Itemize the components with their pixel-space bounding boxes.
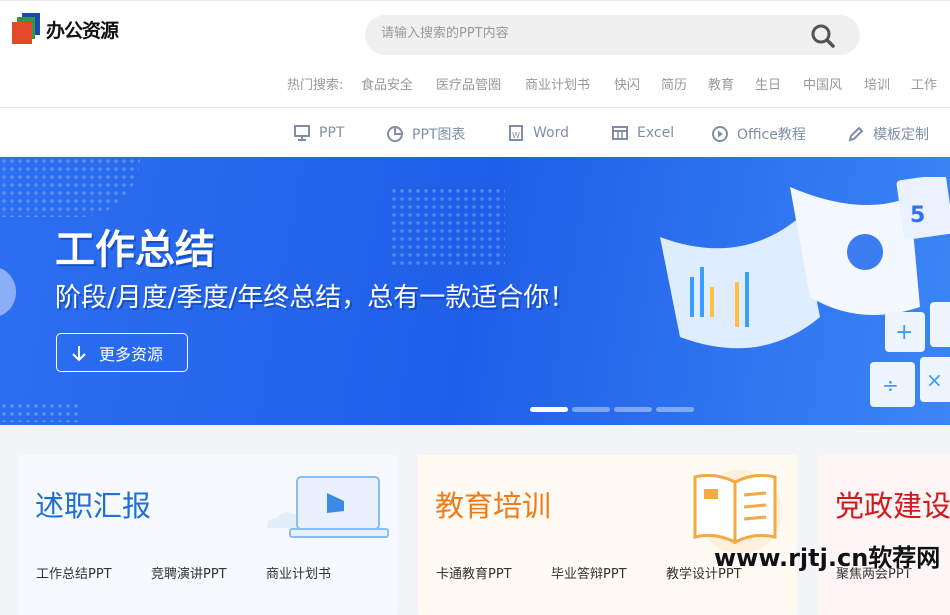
hot-search-item[interactable]: 简历	[661, 74, 687, 93]
watermark: www.rjtj.cn软荐网	[714, 544, 941, 572]
nav-label: PPT	[319, 125, 345, 141]
svg-text:÷: ÷	[882, 373, 899, 397]
pen-icon	[848, 126, 864, 142]
banner-title: 工作总结	[55, 227, 215, 273]
nav-item-office-tutorial[interactable]: Office教程	[711, 124, 806, 144]
category-nav: PPT PPT图表 W Word Excel Office教程 模板定制	[0, 108, 950, 157]
slide-indicator-3[interactable]	[614, 407, 652, 412]
slide-indicator-2[interactable]	[572, 407, 610, 412]
logo-icon	[12, 13, 42, 45]
nav-item-ppt[interactable]: PPT	[293, 124, 344, 142]
hot-search-item[interactable]: 教育	[708, 74, 734, 93]
hot-search-item[interactable]: 培训	[864, 74, 890, 93]
card-link[interactable]: 商业计划书	[266, 563, 381, 582]
nav-label: 模板定制	[873, 127, 929, 143]
logo-text: 办公资源	[46, 19, 119, 42]
svg-text:×: ×	[926, 368, 943, 392]
category-card-party[interactable]: 党政建设 聚焦两会PPT	[818, 455, 950, 615]
pie-chart-icon	[387, 126, 403, 142]
category-card-report[interactable]: 述职汇报 工作总结PPT 竞聘演讲PPT 商业计划书	[18, 455, 397, 615]
category-card-education[interactable]: 教育培训 卡通教育PPT 毕业答辩PPT 教学设计PPT	[418, 455, 797, 615]
arrow-down-icon	[72, 345, 86, 361]
logo[interactable]: 办公资源	[12, 13, 119, 45]
presentation-icon	[294, 125, 310, 141]
decor-dots	[0, 157, 140, 217]
svg-text:+: +	[895, 320, 913, 345]
card-link[interactable]: 卡通教育PPT	[436, 563, 551, 582]
hot-search-item[interactable]: 生日	[755, 74, 781, 93]
word-doc-icon: W	[509, 125, 523, 141]
chart-illustration: 5 + ÷ ×	[660, 177, 950, 407]
nav-label: Excel	[637, 125, 675, 141]
hot-search-item[interactable]: 中国风	[803, 74, 842, 93]
hot-search-item[interactable]: 商业计划书	[525, 74, 590, 93]
hot-search-item[interactable]: 食品安全	[361, 74, 413, 93]
slide-indicator-1[interactable]	[530, 407, 568, 412]
svg-text:W: W	[512, 131, 520, 140]
nav-item-ppt-chart[interactable]: PPT图表	[386, 124, 465, 144]
card-link[interactable]: 毕业答辩PPT	[551, 563, 666, 582]
laptop-megaphone-icon	[267, 476, 389, 538]
decor-dots	[0, 402, 80, 422]
prev-slide-button[interactable]	[0, 267, 16, 317]
hot-search-item[interactable]: 快闪	[614, 74, 640, 93]
card-link[interactable]: 竞聘演讲PPT	[151, 563, 266, 582]
header: 办公资源 热门搜索: 食品安全 医疗品管圈 商业计划书 快闪 简历 教育 生日 …	[0, 0, 950, 108]
hot-search-label: 热门搜索:	[287, 78, 344, 93]
banner-subtitle: 阶段/月度/季度/年终总结，总有一款适合你！	[55, 283, 576, 313]
nav-item-word[interactable]: W Word	[507, 124, 569, 142]
spreadsheet-icon	[612, 126, 628, 140]
card-title: 述职汇报	[35, 489, 152, 523]
search-input[interactable]	[381, 26, 781, 41]
card-link[interactable]: 工作总结PPT	[36, 563, 151, 582]
nav-item-template-custom[interactable]: 模板定制	[847, 124, 929, 144]
nav-item-excel[interactable]: Excel	[611, 124, 674, 142]
nav-label: PPT图表	[412, 127, 466, 143]
search-bar	[365, 15, 860, 55]
button-label: 更多资源	[99, 346, 164, 364]
hot-search-item[interactable]: 工作	[911, 74, 937, 93]
search-icon[interactable]	[810, 23, 836, 49]
play-circle-icon	[712, 126, 728, 142]
card-title: 党政建设	[835, 489, 950, 523]
decor-dots	[390, 187, 505, 267]
hot-search-item[interactable]: 医疗品管圈	[436, 74, 501, 93]
slide-indicator-4[interactable]	[656, 407, 694, 412]
card-title: 教育培训	[435, 489, 552, 523]
svg-text:5: 5	[910, 203, 925, 228]
nav-label: Word	[533, 125, 569, 141]
more-resources-button[interactable]: 更多资源	[56, 333, 188, 372]
hero-banner[interactable]: 工作总结 阶段/月度/季度/年终总结，总有一款适合你！ 更多资源 5 + ÷ ×	[0, 157, 950, 425]
nav-label: Office教程	[737, 127, 806, 143]
